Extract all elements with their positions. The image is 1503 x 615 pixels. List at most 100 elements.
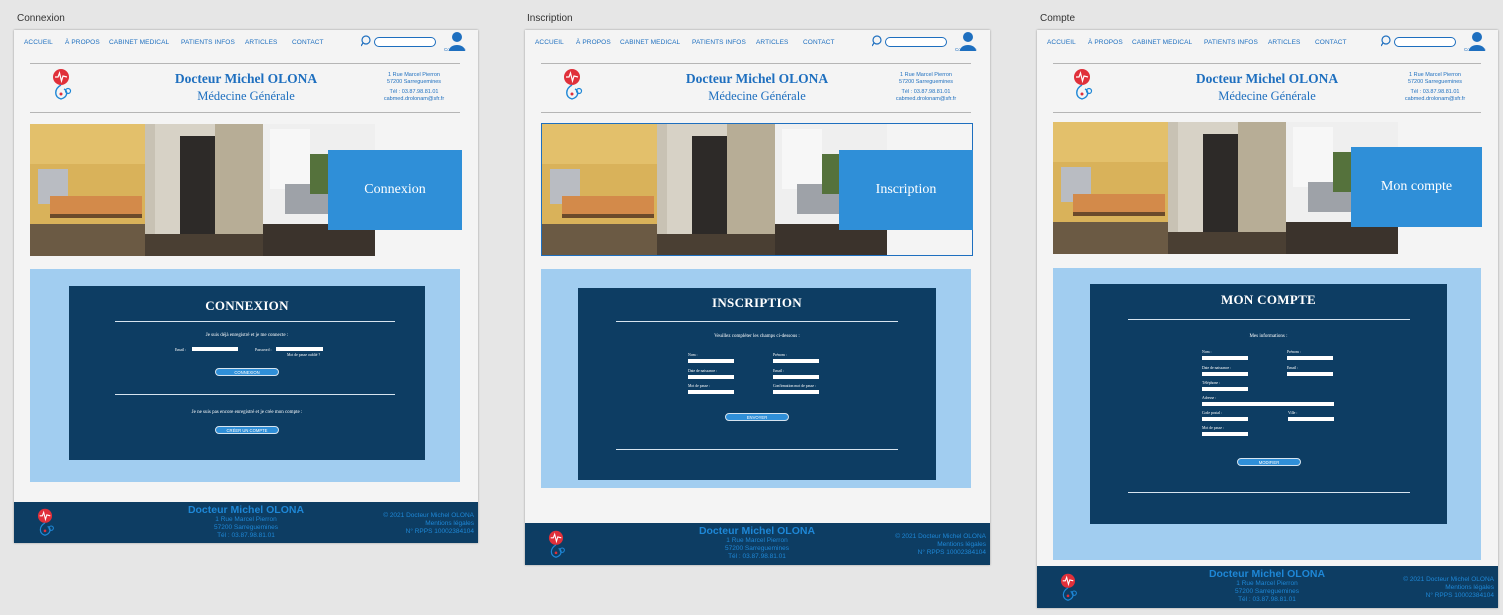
nav-item-contact[interactable]: CONTACT [803,39,835,46]
doctor-name: Docteur Michel OLONA [1195,71,1339,86]
email-label: Email : [773,369,785,373]
artboard-title-signup: Inscription [527,13,573,24]
firstname-field[interactable] [773,359,819,363]
birth-field[interactable] [1202,372,1248,376]
nav-item-a-propos[interactable]: À PROPOS [576,39,611,46]
nav-item-contact[interactable]: CONTACT [292,39,324,46]
name-field[interactable] [1202,356,1248,360]
nav-item-cabinet[interactable]: CABINET MEDICAL [1132,39,1192,46]
firstname-label: Prénom : [773,353,787,357]
page-signup: ACCUEIL À PROPOS CABINET MEDICAL PATIENT… [525,30,990,565]
nav-item-accueil[interactable]: ACCUEIL [24,39,53,46]
specialty: Médecine Générale [1218,89,1316,103]
address-block: 1 Rue Marcel Pierron 57200 Sarreguemines… [369,72,459,103]
footer-address: 1 Rue Marcel Pierron 57200 Sarreguemines… [677,537,837,561]
email-field[interactable] [1287,372,1333,376]
register-intro: Je ne suis pas encore enregistré et je c… [191,410,303,415]
forgot-password-link[interactable]: Mot de passe oublié ? [287,353,320,357]
confirm-password-field[interactable] [773,390,819,394]
rpps: N° RPPS 10002384104 [1425,592,1494,599]
confirm-label: Confirmation mot de passe : [773,384,817,388]
artboard-title-account: Compte [1040,13,1076,24]
login-panel: CONNEXION Je suis déjà enregistré et je … [69,286,425,460]
email-field[interactable] [773,375,819,379]
nav-item-contact[interactable]: CONTACT [1315,39,1347,46]
logo-icon[interactable] [555,67,589,101]
password-label: Password : [255,348,272,352]
city-label: Ville : [1288,411,1298,415]
nav-item-articles[interactable]: ARTICLES [1268,39,1300,46]
divider [115,321,395,322]
phone: Tél : 03.87.98.81.01 [389,89,439,95]
panel-title: INSCRIPTION [712,295,802,310]
logo-icon[interactable] [44,67,78,101]
search-input[interactable] [374,37,436,47]
legal-link[interactable]: Mentions légales [1403,584,1494,592]
birth-label: Date de naissance : [688,369,718,373]
password-field[interactable] [688,390,734,394]
legal-link[interactable]: Mentions légales [383,520,474,528]
nav-item-articles[interactable]: ARTICLES [245,39,277,46]
search-icon[interactable] [361,35,373,47]
divider [616,449,898,450]
divider [30,63,460,64]
address-line: 1 Rue Marcel Pierron [388,72,440,78]
footer-line: Tél : 03.87.98.81.01 [1238,596,1296,603]
nav-item-cabinet[interactable]: CABINET MEDICAL [109,39,169,46]
nav-item-patients[interactable]: PATIENTS INFOS [181,39,235,46]
hero-image [1053,122,1398,254]
divider [616,321,898,322]
password-field[interactable] [276,347,323,351]
city-field[interactable] [1288,417,1334,421]
panel-title: MON COMPTE [1220,292,1317,307]
nav-item-patients[interactable]: PATIENTS INFOS [692,39,746,46]
phone-field[interactable] [1202,387,1248,391]
birth-field[interactable] [688,375,734,379]
page-account: ACCUEIL À PROPOS CABINET MEDICAL PATIENT… [1037,30,1498,608]
content-block: MON COMPTE Mes informations : Nom : Prén… [1053,268,1481,560]
email-field[interactable] [192,347,238,351]
nav-item-articles[interactable]: ARTICLES [756,39,788,46]
nav-item-cabinet[interactable]: CABINET MEDICAL [620,39,680,46]
nav-item-a-propos[interactable]: À PROPOS [65,39,100,46]
cabinet-photo [30,124,375,256]
user-label[interactable]: Connexion [955,47,977,52]
signup-intro: Veuillez compléter les champs ci-dessous… [714,334,800,339]
legal-link[interactable]: Mentions légales [895,541,986,549]
phone: Tél : 03.87.98.81.01 [901,89,951,95]
phone-label: Téléphone : [1202,381,1221,385]
address-line: 57200 Sarreguemines [1407,79,1463,85]
password-field[interactable] [1202,432,1248,436]
modify-button[interactable]: MODIFIER [1237,458,1301,466]
footer-legal: © 2021 Docteur Michel OLONA Mentions lég… [1403,576,1494,600]
search-icon[interactable] [872,35,884,47]
send-button[interactable]: ENVOYER [725,413,789,421]
search-icon[interactable] [1381,35,1393,47]
page-login: ACCUEIL À PROPOS CABINET MEDICAL PATIENT… [14,30,478,543]
postal-label: Code postal : [1202,411,1223,415]
firstname-field[interactable] [1287,356,1333,360]
footer-address: 1 Rue Marcel Pierron 57200 Sarreguemines… [166,516,326,540]
user-label[interactable]: Connexion [1464,47,1486,52]
divider [30,112,460,113]
address-field[interactable] [1202,402,1334,406]
rpps: N° RPPS 10002384104 [405,528,474,535]
footer-name: Docteur Michel OLONA [1208,568,1326,580]
account-panel: MON COMPTE Mes informations : Nom : Prén… [1090,284,1447,524]
search-input[interactable] [1394,37,1456,47]
name-label: Nom : [1202,350,1212,354]
artboard-title-login: Connexion [17,13,65,24]
create-account-button[interactable]: CRÉER UN COMPTE [215,426,279,434]
logo-icon[interactable] [1065,67,1099,101]
nav-item-accueil[interactable]: ACCUEIL [535,39,564,46]
search-input[interactable] [885,37,947,47]
login-button[interactable]: CONNEXION [215,368,279,376]
email: cabmed.drolonam@sfr.fr [383,96,445,102]
address-block: 1 Rue Marcel Pierron 57200 Sarreguemines… [881,72,971,103]
user-label[interactable]: Connexion [444,47,466,52]
name-field[interactable] [688,359,734,363]
nav-item-a-propos[interactable]: À PROPOS [1088,39,1123,46]
nav-item-patients[interactable]: PATIENTS INFOS [1204,39,1258,46]
postal-field[interactable] [1202,417,1248,421]
nav-item-accueil[interactable]: ACCUEIL [1047,39,1076,46]
